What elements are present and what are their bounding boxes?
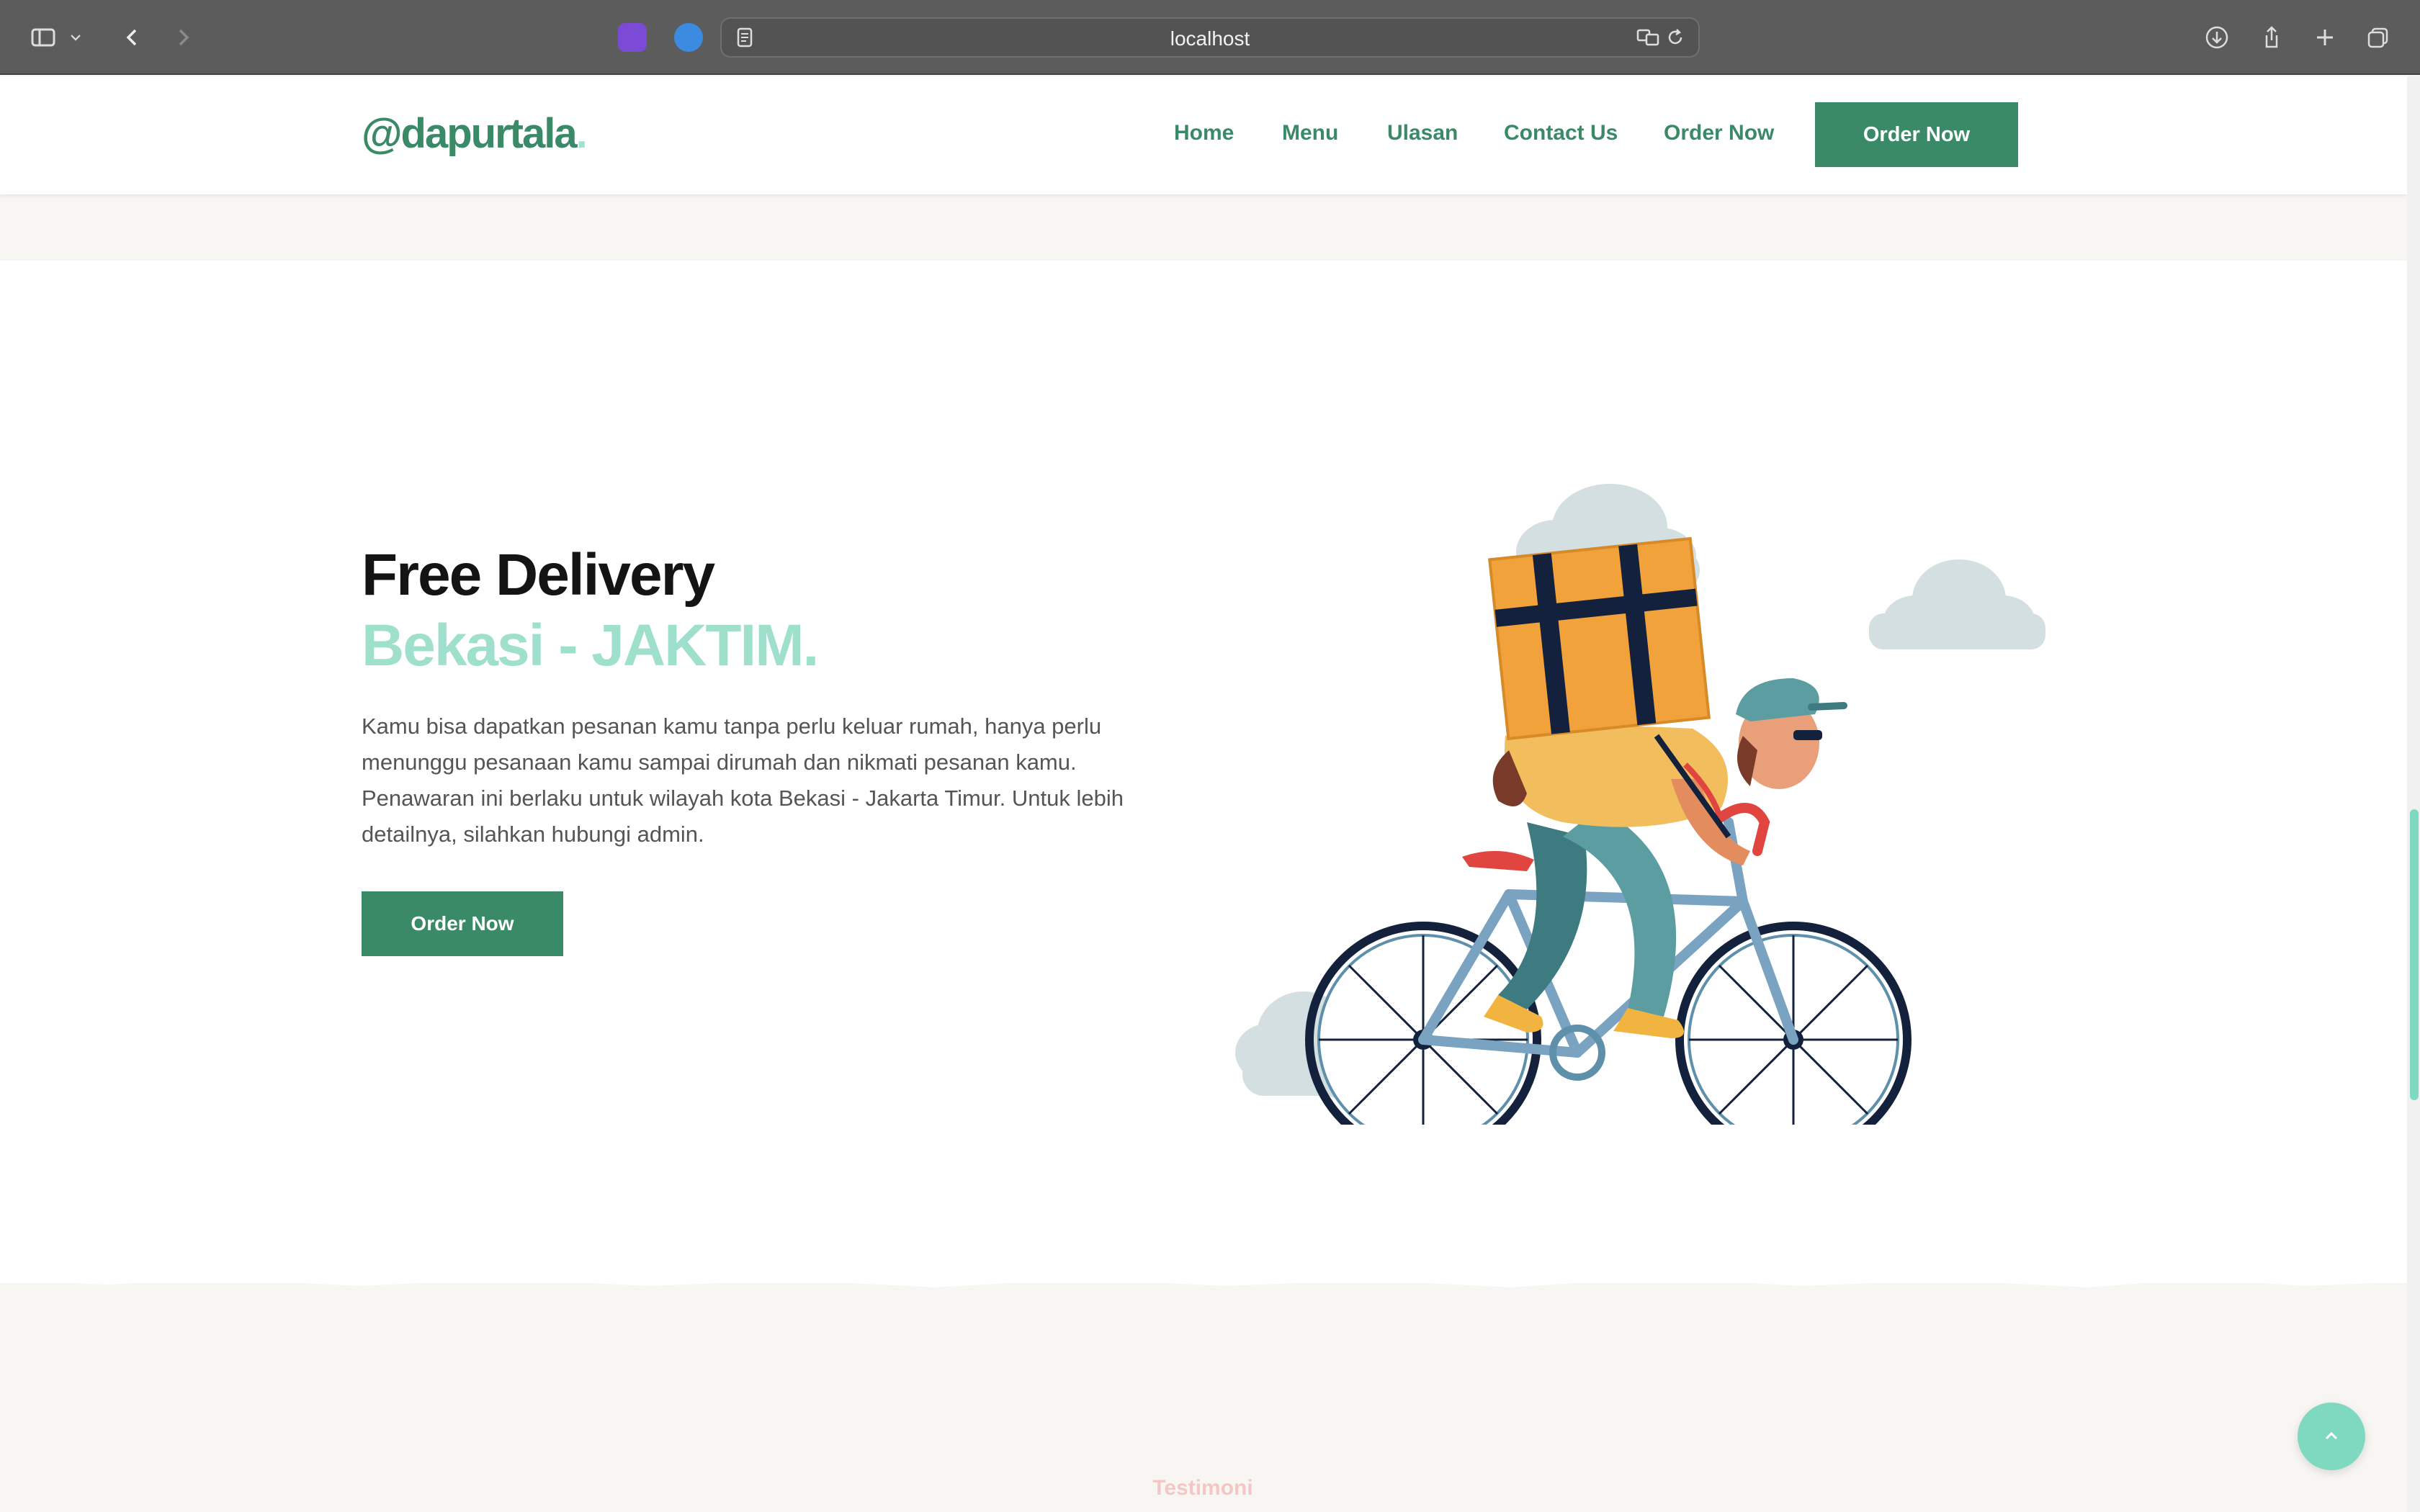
free-delivery-section: Free Delivery Bekasi - JAKTIM. Kamu bisa… [0, 261, 2407, 1283]
back-to-top-button[interactable] [2298, 1403, 2365, 1470]
nav-home[interactable]: Home [1174, 121, 1234, 145]
sidebar-icon[interactable] [26, 20, 60, 55]
section-subtitle: Bekasi - JAKTIM. [362, 613, 819, 678]
nav-order-now[interactable]: Order Now [1664, 121, 1774, 145]
site-logo[interactable]: @dapurtala. [362, 109, 588, 158]
nav-ulasan[interactable]: Ulasan [1387, 121, 1458, 145]
new-tab-icon[interactable] [2308, 20, 2342, 55]
nav-contact-us[interactable]: Contact Us [1504, 121, 1618, 145]
browser-toolbar: localhost [0, 0, 2420, 75]
download-icon[interactable] [2200, 20, 2234, 55]
reload-icon[interactable] [1658, 20, 1693, 55]
testimoni-heading: Testimoni [1152, 1476, 1253, 1500]
tabs-overview-icon[interactable] [2361, 20, 2396, 55]
logo-dot: . [575, 110, 588, 157]
share-icon[interactable] [2254, 20, 2289, 55]
forward-icon[interactable] [166, 20, 200, 55]
logo-text: @dapurtala [362, 110, 578, 157]
extension-icon[interactable] [674, 23, 703, 52]
torn-edge-divider [0, 1269, 2407, 1287]
section-title: Free Delivery [362, 542, 715, 608]
nav-order-now-button[interactable]: Order Now [1815, 102, 2018, 167]
section-description: Kamu bisa dapatkan pesanan kamu tanpa pe… [362, 714, 1124, 847]
delivery-cyclist-illustration [1235, 484, 2045, 1125]
nav-menu[interactable]: Menu [1282, 121, 1338, 145]
back-icon[interactable] [115, 20, 150, 55]
order-now-button[interactable]: Order Now [362, 891, 563, 956]
page-scrollbar-thumb[interactable] [2410, 809, 2419, 1100]
address-bar[interactable]: localhost [720, 17, 1700, 58]
chevron-up-icon [2325, 1431, 2338, 1440]
site-navbar: @dapurtala. Home Menu Ulasan Contact Us … [0, 76, 2407, 194]
extension-icon[interactable] [618, 23, 647, 52]
url-text: localhost [1170, 27, 1250, 50]
page-scrollbar-track[interactable] [2407, 76, 2420, 1512]
chevron-down-icon[interactable] [65, 20, 86, 55]
